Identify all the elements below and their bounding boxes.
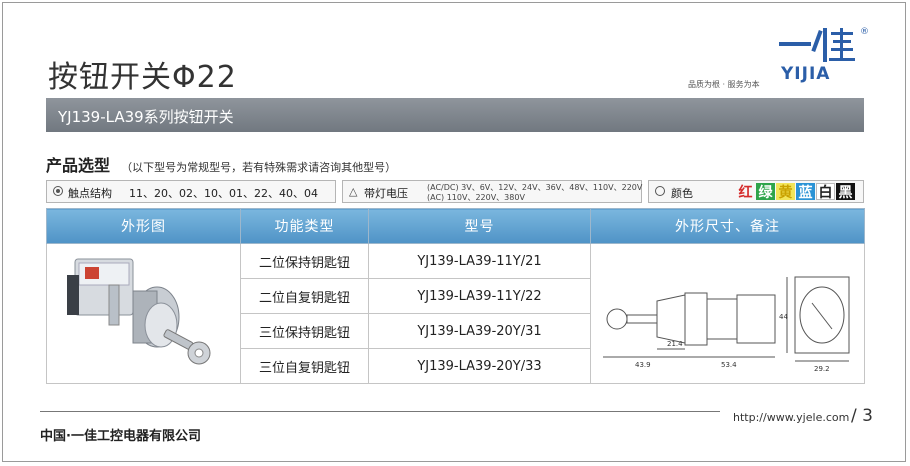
series-banner: YJ139-LA39系列按钮开关 xyxy=(46,98,864,132)
triangle-icon: △ xyxy=(349,185,358,198)
model-cell: YJ139-LA39-20Y/31 xyxy=(368,313,591,349)
section-note: （以下型号为常规型号，若有特殊需求请咨询其他型号） xyxy=(121,161,397,174)
color-label: 颜色 xyxy=(671,187,693,200)
key-switch-image xyxy=(66,258,210,364)
section-title: 产品选型 xyxy=(46,156,111,175)
function-cell: 二位保持钥匙钮 xyxy=(240,243,369,279)
logo-text: YIJIA xyxy=(781,64,831,84)
dim-label: 43.9 xyxy=(635,361,651,369)
company-name: 中国·一佳工控电器有限公司 xyxy=(40,429,201,444)
dim-label: 21.4 xyxy=(667,340,683,348)
section-heading: 产品选型 （以下型号为常规型号，若有特殊需求请咨询其他型号） xyxy=(46,152,396,176)
dim-label: 53.4 xyxy=(721,361,737,369)
page-number: / 3 xyxy=(851,406,873,426)
product-image-cell xyxy=(46,243,241,384)
model-cell: YJ139-LA39-11Y/22 xyxy=(368,278,591,314)
header-model: 型号 xyxy=(368,208,591,244)
color-swatch-yellow[interactable]: 黄 xyxy=(776,183,795,201)
radio-icon xyxy=(53,186,63,196)
color-swatch-blue[interactable]: 蓝 xyxy=(796,183,815,201)
header-shape-image: 外形图 xyxy=(46,208,241,244)
product-table: 外形图 功能类型 型号 外形尺寸、备注 二位保持钥匙钮 YJ139-LA39-1… xyxy=(46,208,865,384)
color-swatch-red[interactable]: 红 xyxy=(736,183,755,201)
color-swatch-black[interactable]: 黑 xyxy=(836,183,855,201)
footer-divider xyxy=(40,411,720,412)
slogan: 品质为根 · 服务为本 xyxy=(688,80,760,89)
function-cell: 三位自复钥匙钮 xyxy=(240,348,369,384)
table-row: 二位保持钥匙钮 YJ139-LA39-11Y/21 21.4 43.9 53.4… xyxy=(46,243,865,384)
page-title: 按钮开关Φ22 xyxy=(48,60,237,95)
lamp-voltage-filter[interactable]: △ 带灯电压 (AC/DC) 3V、6V、12V、24V、36V、48V、110… xyxy=(342,180,642,203)
registered-mark: ® xyxy=(860,27,869,37)
color-swatch-white[interactable]: 白 xyxy=(816,183,835,201)
radio-icon xyxy=(655,186,665,196)
model-cell: YJ139-LA39-20Y/33 xyxy=(368,348,591,384)
contact-values: 11、20、02、10、01、22、40、04 xyxy=(129,187,318,200)
model-cell: YJ139-LA39-11Y/21 xyxy=(368,243,591,279)
table-header-row: 外形图 功能类型 型号 外形尺寸、备注 xyxy=(46,208,865,244)
dimension-drawing-cell: 21.4 43.9 53.4 29.2 44 xyxy=(590,243,865,384)
series-title: YJ139-LA39系列按钮开关 xyxy=(58,108,234,126)
function-cell: 二位自复钥匙钮 xyxy=(240,278,369,314)
dim-label: 29.2 xyxy=(814,365,830,373)
dimension-drawing: 21.4 43.9 53.4 29.2 44 xyxy=(602,276,849,373)
dim-label: 44 xyxy=(779,313,788,321)
yijia-logo-mark xyxy=(779,28,855,62)
lamp-label: 带灯电压 xyxy=(364,187,408,200)
header-function-type: 功能类型 xyxy=(240,208,369,244)
contact-structure-filter[interactable]: 触点结构 11、20、02、10、01、22、40、04 xyxy=(46,180,336,203)
lamp-voltage-line2: (AC) 110V、220V、380V xyxy=(427,193,525,202)
function-cell: 三位保持钥匙钮 xyxy=(240,313,369,349)
contact-label: 触点结构 xyxy=(68,187,112,200)
website-link[interactable]: http://www.yjele.com xyxy=(733,411,849,424)
color-swatches: 红 绿 黄 蓝 白 黑 xyxy=(736,183,855,201)
header-dimensions: 外形尺寸、备注 xyxy=(590,208,865,244)
color-swatch-green[interactable]: 绿 xyxy=(756,183,775,201)
